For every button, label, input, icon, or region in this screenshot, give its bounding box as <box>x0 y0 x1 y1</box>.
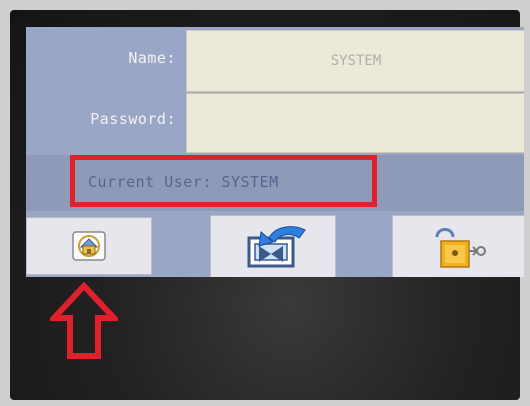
home-button[interactable] <box>26 217 152 275</box>
name-field[interactable]: SYSTEM <box>186 30 524 92</box>
transfer-icon <box>247 226 306 268</box>
hmi-screen: Name: SYSTEM Password: Current User: SYS… <box>26 27 524 277</box>
password-field[interactable] <box>186 93 524 153</box>
logout-icon <box>435 228 486 268</box>
photo-frame: Name: SYSTEM Password: Current User: SYS… <box>0 0 530 406</box>
name-label: Name: <box>128 49 176 67</box>
password-label: Password: <box>90 110 176 128</box>
name-value: SYSTEM <box>330 53 382 69</box>
highlight-box <box>70 155 377 207</box>
arrow-up-icon <box>50 282 118 359</box>
transfer-button[interactable] <box>210 215 336 277</box>
home-icon <box>72 231 106 261</box>
logout-button[interactable] <box>392 215 524 277</box>
